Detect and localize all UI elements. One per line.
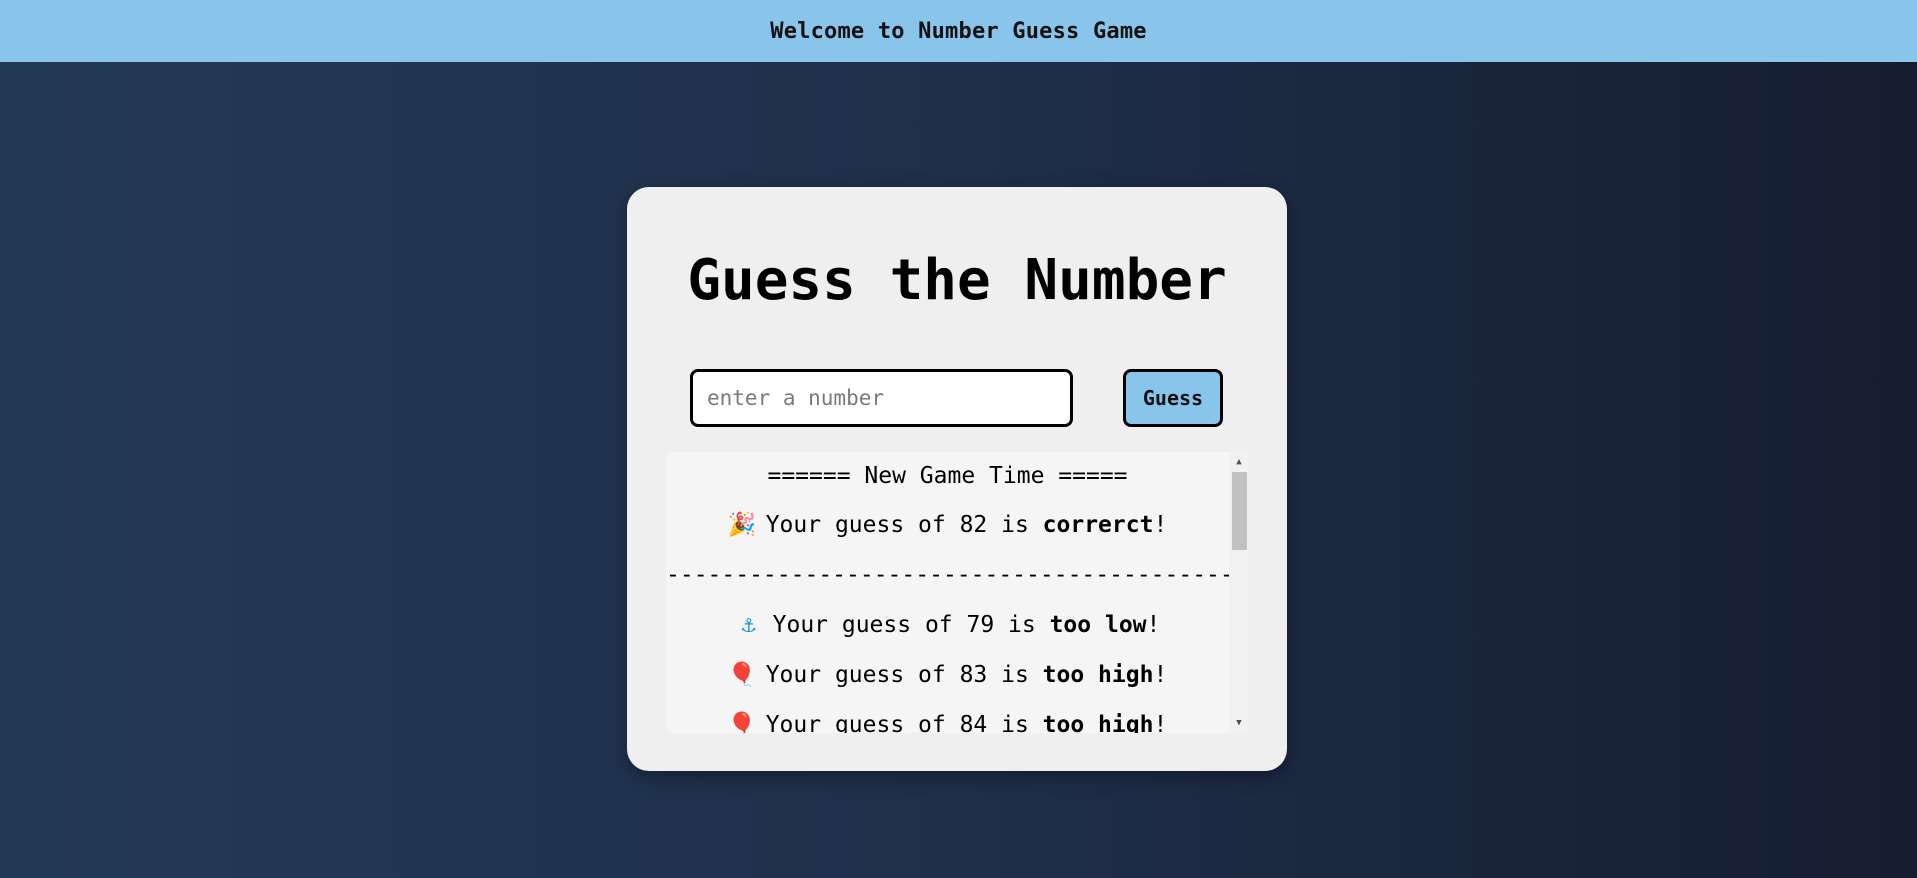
banner-title: Welcome to Number Guess Game: [770, 18, 1147, 44]
top-banner: Welcome to Number Guess Game: [0, 0, 1917, 62]
log-entry: 🎉 Your guess of 82 is correrct!: [666, 500, 1229, 550]
scroll-up-arrow-icon[interactable]: ▲: [1229, 454, 1249, 470]
log-entry-result: too high: [1042, 712, 1154, 733]
log-entry: ⚓ Your guess of 79 is too low!: [666, 600, 1229, 650]
game-title: Guess the Number: [687, 248, 1227, 313]
log-entry-prefix: Your guess of 82 is: [765, 512, 1043, 538]
balloon-icon: 🎈: [727, 662, 757, 688]
log-entry-prefix: Your guess of 83 is: [765, 662, 1043, 688]
log-entry-suffix: !: [1153, 662, 1168, 688]
log-entry: 🎈 Your guess of 83 is too high!: [666, 650, 1229, 700]
log-entry-result: correrct: [1042, 512, 1154, 538]
anchor-icon: ⚓: [741, 612, 756, 638]
guess-log-panel[interactable]: ====== New Game Time ===== 🎉 Your guess o…: [666, 452, 1249, 733]
log-entry-prefix: Your guess of 79 is: [772, 612, 1050, 638]
log-entry-suffix: !: [1153, 712, 1168, 733]
log-entry: 🎈 Your guess of 84 is too high!: [666, 700, 1229, 733]
log-entry-suffix: !: [1146, 612, 1161, 638]
log-entry-prefix: Your guess of 84 is: [765, 712, 1043, 733]
log-entry-result: too high: [1042, 662, 1154, 688]
log-divider: ----------------------------------------…: [666, 562, 1229, 588]
scroll-thumb[interactable]: [1232, 472, 1247, 550]
balloon-icon: 🎈: [727, 712, 757, 733]
number-input[interactable]: [690, 369, 1073, 427]
party-popper-icon: 🎉: [727, 512, 757, 538]
new-game-line: ====== New Game Time =====: [767, 463, 1128, 489]
game-card: Guess the Number Guess ====== New Game T…: [627, 187, 1287, 771]
log-entry-suffix: !: [1153, 512, 1168, 538]
log-scrollbar[interactable]: ▲ ▼: [1229, 452, 1249, 733]
guess-log: ====== New Game Time ===== 🎉 Your guess o…: [666, 452, 1229, 733]
scroll-down-arrow-icon[interactable]: ▼: [1229, 715, 1249, 731]
guess-button[interactable]: Guess: [1123, 369, 1223, 427]
log-entry-result: too low: [1049, 612, 1147, 638]
